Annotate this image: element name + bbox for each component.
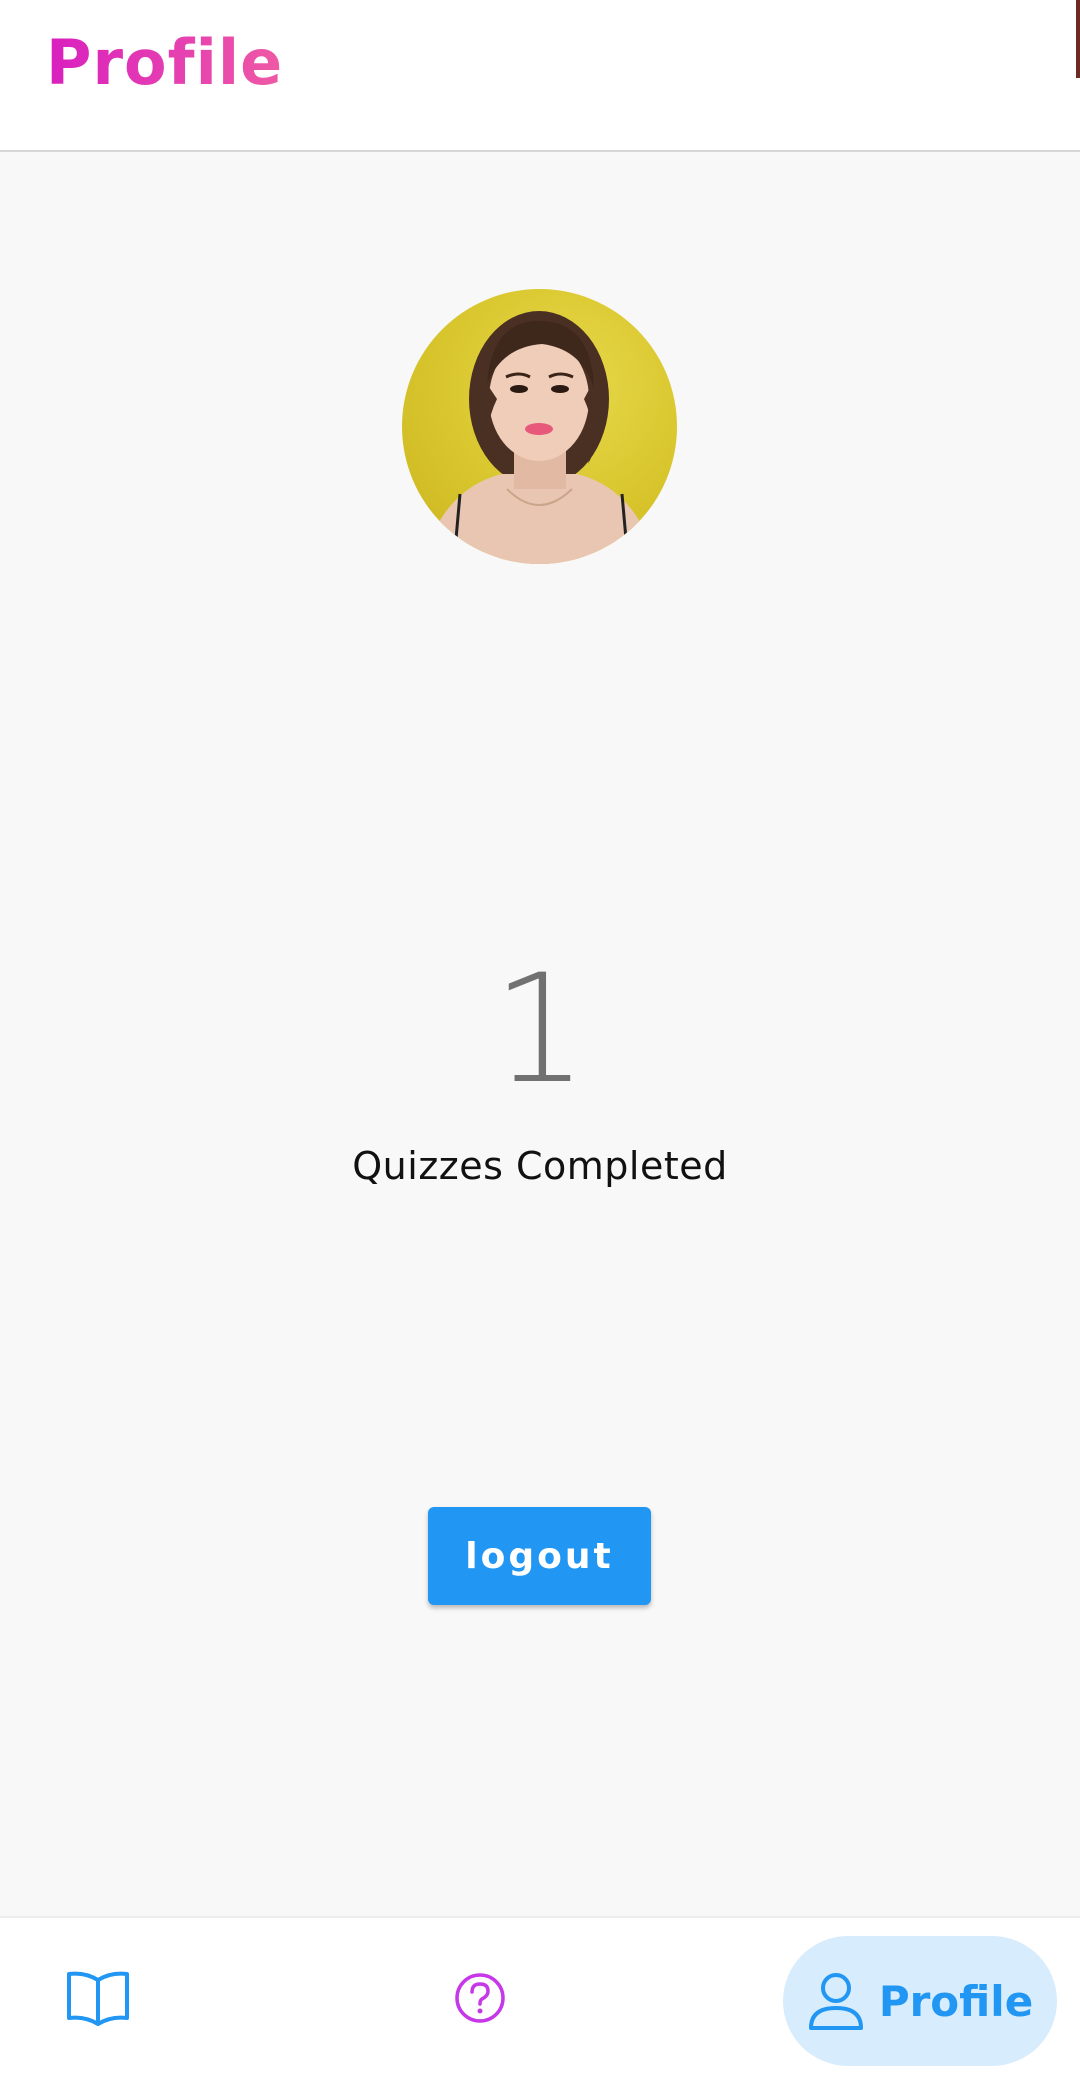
nav-item-learn[interactable] (58, 1958, 138, 2038)
nav-profile-label: Profile (878, 1976, 1034, 2026)
book-open-icon (67, 1971, 129, 2026)
quizzes-completed-count: 1 (492, 943, 588, 1117)
avatar (402, 289, 677, 564)
logout-button[interactable]: logout (428, 1507, 651, 1605)
edge-decoration (1076, 0, 1080, 78)
bottom-nav: Profile (0, 1916, 1080, 2082)
user-icon (808, 1973, 863, 2030)
nav-item-profile[interactable]: Profile (783, 1936, 1057, 2066)
avatar-photo (422, 311, 657, 564)
page-title: Profile (46, 26, 284, 99)
help-circle-icon (455, 1973, 505, 2023)
app-bar: Profile (0, 0, 1080, 152)
quizzes-completed-label: Quizzes Completed (352, 1144, 728, 1188)
nav-item-quiz[interactable] (440, 1958, 520, 2038)
